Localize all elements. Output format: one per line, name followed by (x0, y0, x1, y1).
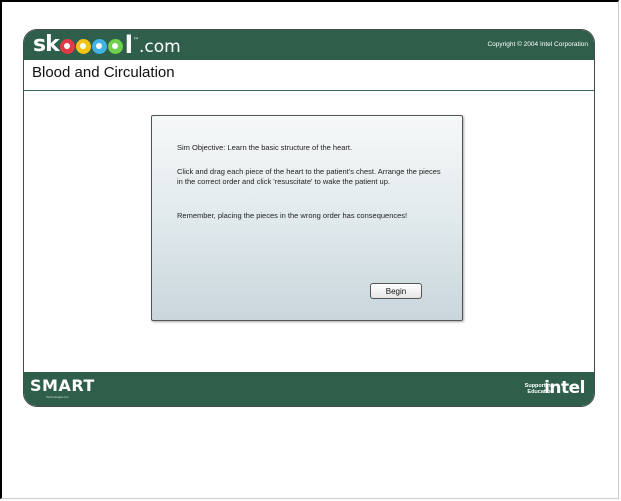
intel-logo: intel (544, 378, 585, 398)
logo-l: l (124, 31, 133, 59)
begin-button[interactable]: Begin (370, 283, 422, 299)
logo-sk: sk (33, 32, 60, 57)
smart-logo: SMART Technologies Inc. (30, 376, 95, 400)
top-bar: sk l ™ .com Copyright © 2004 Intel Corpo… (24, 30, 594, 60)
warning-text: Remember, placing the pieces in the wron… (177, 211, 408, 220)
smart-logo-text: SMART (30, 376, 95, 395)
skoool-logo: sk l ™ .com (33, 32, 181, 58)
smart-logo-subtitle: Technologies Inc. (46, 395, 70, 399)
page-title: Blood and Circulation (32, 64, 175, 81)
logo-dotcom: .com (138, 37, 181, 57)
objective-dialog: Sim Objective: Learn the basic structure… (151, 115, 463, 321)
logo-trademark: ™ (132, 37, 139, 44)
bottom-bar: SMART Technologies Inc. Supporting Educa… (24, 372, 594, 406)
instructions-text: Click and drag each piece of the heart t… (177, 167, 441, 186)
logo-blue-dot-icon (91, 39, 107, 54)
logo-yellow-dot-icon (75, 39, 91, 54)
copyright-text: Copyright © 2004 Intel Corporation (487, 41, 588, 48)
logo-green-dot-icon (107, 39, 123, 54)
app-window: sk l ™ .com Copyright © 2004 Intel Corpo… (23, 29, 595, 407)
title-strip: Blood and Circulation (24, 60, 594, 91)
logo-red-dot-icon (59, 39, 75, 54)
objective-text: Sim Objective: Learn the basic structure… (177, 143, 353, 152)
